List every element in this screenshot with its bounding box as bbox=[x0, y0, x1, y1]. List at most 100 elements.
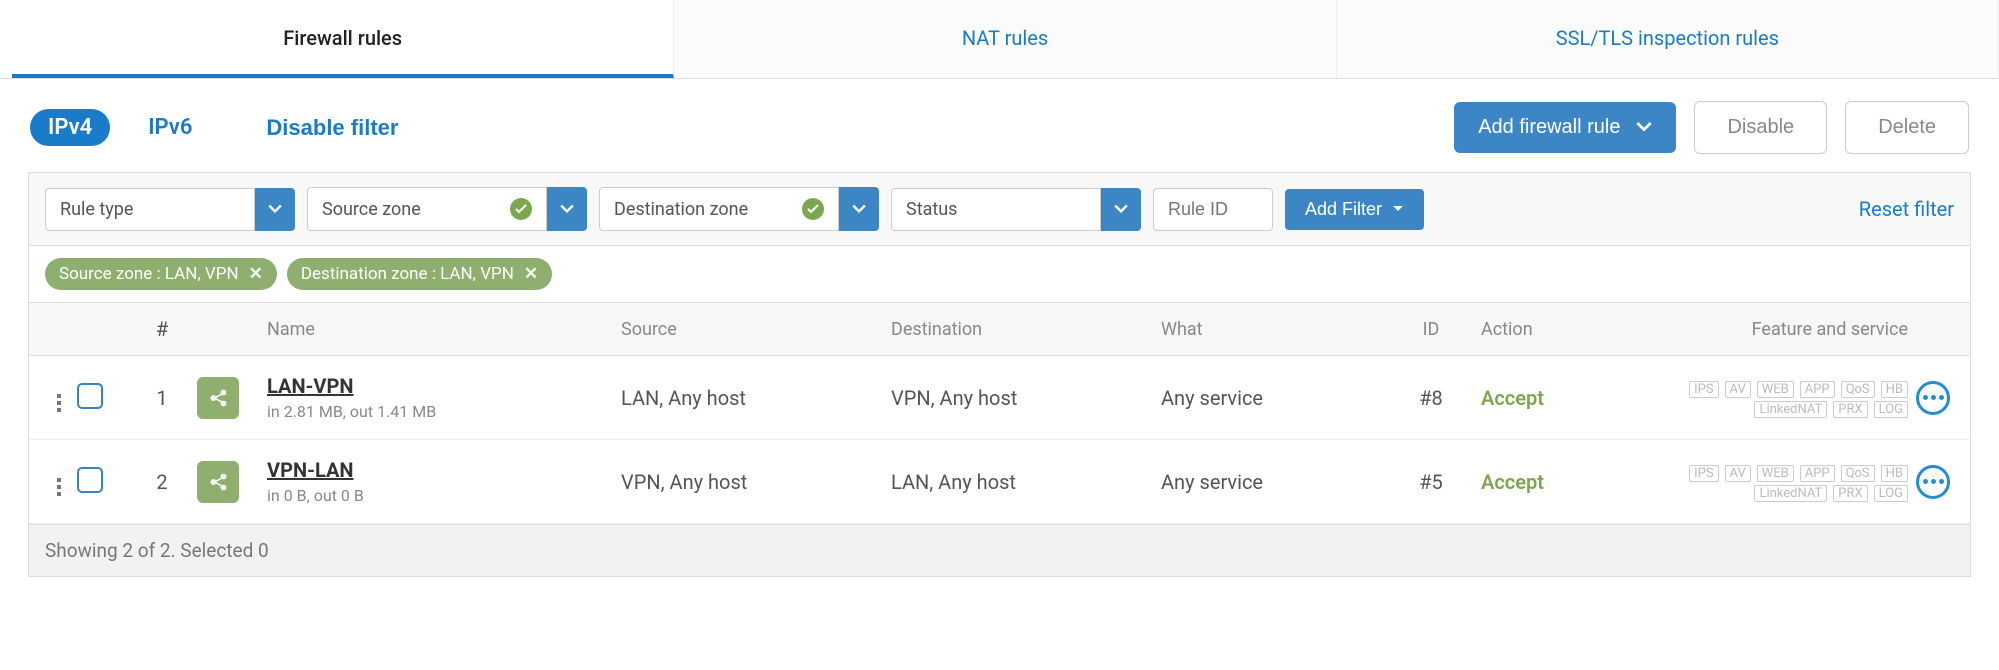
toolbar: IPv4 IPv6 Disable filter Add firewall ru… bbox=[0, 79, 1999, 172]
source-zone-select[interactable]: Source zone bbox=[307, 187, 547, 231]
tab-ssl-tls-rules[interactable]: SSL/TLS inspection rules bbox=[1337, 0, 1999, 78]
add-firewall-rule-label: Add firewall rule bbox=[1478, 116, 1620, 139]
tab-firewall-rules[interactable]: Firewall rules bbox=[12, 0, 674, 78]
status-combo: Status bbox=[891, 188, 1141, 231]
rule-direction-icon[interactable] bbox=[197, 461, 239, 503]
ip-version-toggle: IPv4 IPv6 bbox=[30, 109, 210, 146]
dest-zone-dropdown-button[interactable] bbox=[839, 187, 879, 231]
rule-type-combo: Rule type bbox=[45, 188, 295, 231]
feat-tag: HB bbox=[1881, 465, 1908, 482]
col-destination: Destination bbox=[891, 319, 1161, 340]
table-header: # Name Source Destination What ID Action… bbox=[29, 302, 1970, 356]
disable-filter-link[interactable]: Disable filter bbox=[266, 115, 398, 141]
filter-chip-source-zone: Source zone : LAN, VPN ✕ bbox=[45, 258, 277, 290]
feat-tag: HB bbox=[1881, 381, 1908, 398]
chip-label: Source zone : LAN, VPN bbox=[59, 264, 239, 284]
tab-nat-rules[interactable]: NAT rules bbox=[674, 0, 1336, 78]
feat-tag: WEB bbox=[1757, 465, 1794, 482]
drag-handle-icon[interactable] bbox=[57, 478, 61, 496]
row-number: 2 bbox=[127, 470, 197, 494]
chip-remove-icon[interactable]: ✕ bbox=[524, 264, 538, 284]
table-footer-status: Showing 2 of 2. Selected 0 bbox=[28, 525, 1971, 577]
rule-action: Accept bbox=[1481, 386, 1544, 410]
feat-tag: LOG bbox=[1874, 485, 1908, 502]
feat-tag: LinkedNAT bbox=[1754, 485, 1827, 502]
feat-tag: APP bbox=[1800, 465, 1835, 482]
rule-source: VPN, Any host bbox=[621, 470, 891, 494]
source-zone-label: Source zone bbox=[322, 199, 421, 220]
reset-filter-link[interactable]: Reset filter bbox=[1859, 197, 1954, 221]
row-checkbox[interactable] bbox=[77, 467, 103, 493]
rule-destination: LAN, Any host bbox=[891, 470, 1161, 494]
feat-tag: PRX bbox=[1833, 485, 1867, 502]
col-name: Name bbox=[261, 319, 621, 340]
col-source: Source bbox=[621, 319, 891, 340]
chip-remove-icon[interactable]: ✕ bbox=[249, 264, 263, 284]
filter-bar: Rule type Source zone Destination zone bbox=[28, 172, 1971, 246]
add-filter-button[interactable]: Add Filter bbox=[1285, 189, 1424, 230]
chip-label: Destination zone : LAN, VPN bbox=[301, 264, 514, 284]
rule-id-input[interactable] bbox=[1153, 188, 1273, 231]
rule-type-select[interactable]: Rule type bbox=[45, 188, 255, 231]
feat-tag: APP bbox=[1800, 381, 1835, 398]
drag-handle-icon[interactable] bbox=[57, 394, 61, 412]
add-filter-label: Add Filter bbox=[1305, 199, 1382, 220]
dest-zone-select[interactable]: Destination zone bbox=[599, 187, 839, 231]
table-row: 2 VPN-LAN in 0 B, out 0 B VPN, Any host … bbox=[29, 440, 1970, 524]
status-label: Status bbox=[906, 199, 957, 220]
rule-direction-icon[interactable] bbox=[197, 377, 239, 419]
ipv6-toggle[interactable]: IPv6 bbox=[130, 109, 210, 146]
feature-tags: IPS AV WEB APP QoS HB LinkedNAT PRX LOG bbox=[1687, 462, 1908, 502]
delete-button[interactable]: Delete bbox=[1845, 101, 1969, 154]
feat-tag: QoS bbox=[1841, 465, 1875, 482]
rule-id: #8 bbox=[1381, 386, 1481, 410]
rules-tabs: Firewall rules NAT rules SSL/TLS inspect… bbox=[0, 0, 1999, 79]
row-actions-menu-icon[interactable] bbox=[1916, 465, 1950, 499]
row-actions-menu-icon[interactable] bbox=[1916, 381, 1950, 415]
active-filter-chips: Source zone : LAN, VPN ✕ Destination zon… bbox=[28, 246, 1971, 302]
feat-tag: LOG bbox=[1874, 401, 1908, 418]
feat-tag: WEB bbox=[1757, 381, 1794, 398]
col-action: Action bbox=[1481, 319, 1611, 340]
add-firewall-rule-button[interactable]: Add firewall rule bbox=[1454, 102, 1676, 153]
rule-type-dropdown-button[interactable] bbox=[255, 188, 295, 231]
feat-tag: PRX bbox=[1833, 401, 1867, 418]
rule-traffic-stats: in 2.81 MB, out 1.41 MB bbox=[267, 402, 621, 421]
rules-table: # Name Source Destination What ID Action… bbox=[28, 302, 1971, 525]
disable-button[interactable]: Disable bbox=[1694, 101, 1827, 154]
col-feature: Feature and service bbox=[1611, 319, 1908, 340]
feat-tag: IPS bbox=[1689, 381, 1718, 398]
ipv4-toggle[interactable]: IPv4 bbox=[30, 109, 110, 146]
feat-tag: IPS bbox=[1689, 465, 1718, 482]
dest-zone-combo: Destination zone bbox=[599, 187, 879, 231]
feat-tag: LinkedNAT bbox=[1754, 401, 1827, 418]
feat-tag: QoS bbox=[1841, 381, 1875, 398]
table-row: 1 LAN-VPN in 2.81 MB, out 1.41 MB LAN, A… bbox=[29, 356, 1970, 440]
status-select[interactable]: Status bbox=[891, 188, 1101, 231]
rule-what: Any service bbox=[1161, 386, 1381, 410]
feat-tag: AV bbox=[1725, 465, 1751, 482]
filter-chip-dest-zone: Destination zone : LAN, VPN ✕ bbox=[287, 258, 552, 290]
rule-name-link[interactable]: LAN-VPN bbox=[267, 374, 621, 398]
rule-type-label: Rule type bbox=[60, 199, 133, 220]
rule-source: LAN, Any host bbox=[621, 386, 891, 410]
rule-destination: VPN, Any host bbox=[891, 386, 1161, 410]
dest-zone-label: Destination zone bbox=[614, 199, 748, 220]
rule-id: #5 bbox=[1381, 470, 1481, 494]
chevron-down-icon bbox=[1636, 120, 1652, 136]
caret-down-icon bbox=[1392, 205, 1404, 213]
source-zone-combo: Source zone bbox=[307, 187, 587, 231]
check-circle-icon bbox=[510, 198, 532, 220]
row-checkbox[interactable] bbox=[77, 383, 103, 409]
col-number: # bbox=[127, 317, 197, 341]
feat-tag: AV bbox=[1725, 381, 1751, 398]
status-dropdown-button[interactable] bbox=[1101, 188, 1141, 231]
rule-traffic-stats: in 0 B, out 0 B bbox=[267, 486, 621, 505]
col-what: What bbox=[1161, 319, 1381, 340]
feature-tags: IPS AV WEB APP QoS HB LinkedNAT PRX LOG bbox=[1687, 378, 1908, 418]
source-zone-dropdown-button[interactable] bbox=[547, 187, 587, 231]
col-id: ID bbox=[1381, 319, 1481, 340]
rule-name-link[interactable]: VPN-LAN bbox=[267, 458, 621, 482]
rule-what: Any service bbox=[1161, 470, 1381, 494]
rule-action: Accept bbox=[1481, 470, 1544, 494]
